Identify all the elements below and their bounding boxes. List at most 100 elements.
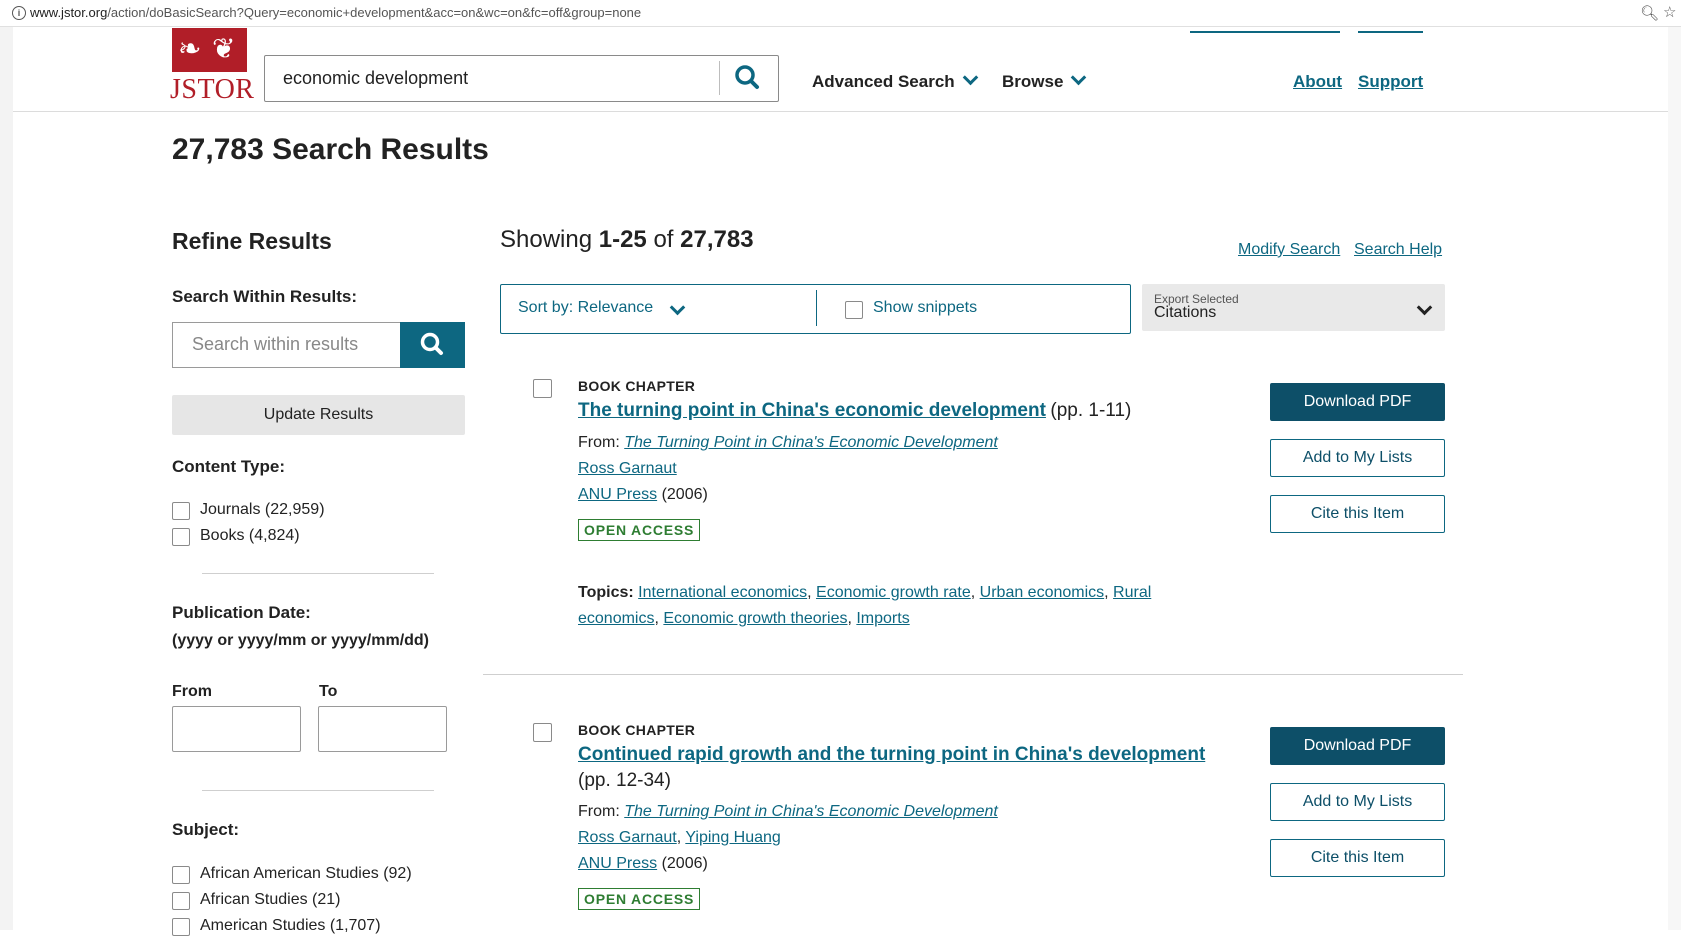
result-year: (2006) <box>657 486 708 503</box>
result-type: BOOK CHAPTER <box>578 378 696 394</box>
nav-browse[interactable]: Browse <box>1002 69 1087 92</box>
toolbar-divider <box>816 290 817 326</box>
result-publisher-line: ANU Press (2006) <box>578 855 708 873</box>
logo-glyph: ❧ <box>178 32 202 65</box>
nav-advanced-search[interactable]: Advanced Search <box>812 69 978 92</box>
open-access-badge: OPEN ACCESS <box>578 888 701 910</box>
from-date-input[interactable] <box>172 706 301 752</box>
address-url[interactable]: www.jstor.org/action/doBasicSearch?Query… <box>30 5 641 20</box>
sidebar-divider <box>202 790 434 791</box>
left-page-edge <box>0 27 13 930</box>
chevron-down-icon <box>962 69 978 86</box>
nav-browse-label: Browse <box>1002 72 1064 91</box>
subject-checkbox[interactable] <box>172 892 190 910</box>
topic-link[interactable]: Imports <box>856 610 909 627</box>
nav-support-link[interactable]: Support <box>1358 72 1423 92</box>
author-link[interactable]: Ross Garnaut <box>578 829 677 846</box>
chevron-down-icon <box>1071 69 1087 86</box>
export-citations-value: Citations <box>1154 304 1217 321</box>
download-pdf-button[interactable]: Download PDF <box>1270 383 1445 421</box>
content-type-label: Content Type: <box>172 457 286 476</box>
nav-advanced-search-label: Advanced Search <box>812 72 955 91</box>
result-title-line: Continued rapid growth and the turning p… <box>578 744 1205 766</box>
sidebar-divider <box>202 573 434 574</box>
result-from-book-link[interactable]: The Turning Point in China's Economic De… <box>624 434 998 451</box>
publisher-link[interactable]: ANU Press <box>578 855 657 872</box>
publication-date-format: (yyyy or yyyy/mm or yyyy/mm/dd) <box>172 632 430 649</box>
result-year: (2006) <box>657 855 708 872</box>
add-to-my-lists-button[interactable]: Add to My Lists <box>1270 439 1445 477</box>
url-path: /action/doBasicSearch?Query=economic+dev… <box>107 5 642 20</box>
subject-label-item: African Studies (21) <box>200 891 341 908</box>
cite-this-item-button[interactable]: Cite this Item <box>1270 839 1445 877</box>
search-help-link[interactable]: Search Help <box>1354 241 1442 259</box>
result-authors: Ross Garnaut, Yiping Huang <box>578 829 781 846</box>
subject-checkbox[interactable] <box>172 866 190 884</box>
modify-search-link[interactable]: Modify Search <box>1238 241 1340 259</box>
header-top-link-cut-2[interactable] <box>1358 27 1423 33</box>
books-label: Books (4,824) <box>200 527 300 544</box>
result-title-link[interactable]: Continued rapid growth and the turning p… <box>578 744 1205 765</box>
topic-link[interactable]: Economic growth theories <box>663 610 847 627</box>
search-button[interactable] <box>722 58 774 98</box>
result-separator <box>483 674 1463 675</box>
result-title-line: The turning point in China's economic de… <box>578 400 1131 422</box>
jstor-logo-text[interactable]: JSTOR <box>170 74 254 106</box>
showing-count: Showing 1-25 of 27,783 <box>500 226 754 254</box>
result-pages: (pp. 12-34) <box>578 770 671 791</box>
subject-label: Subject: <box>172 820 240 839</box>
nav-about-link[interactable]: About <box>1293 72 1342 92</box>
header-top-link-cut[interactable] <box>1190 27 1340 33</box>
result-from: From: The Turning Point in China's Econo… <box>578 434 998 452</box>
author-link[interactable]: Yiping Huang <box>685 829 780 846</box>
download-pdf-button[interactable]: Download PDF <box>1270 727 1445 765</box>
to-date-input[interactable] <box>318 706 447 752</box>
subject-label-item: American Studies (1,707) <box>200 917 381 934</box>
journals-label: Journals (22,959) <box>200 501 325 518</box>
search-divider <box>719 61 720 95</box>
result-select-checkbox[interactable] <box>533 379 552 398</box>
bookmark-star-icon[interactable]: ☆ <box>1663 3 1676 21</box>
topic-link[interactable]: Economic growth rate <box>816 584 971 601</box>
search-within-button[interactable] <box>400 322 465 368</box>
subject-label-item: African American Studies (92) <box>200 865 412 882</box>
main-search-input[interactable] <box>283 68 703 89</box>
chevron-down-icon[interactable] <box>669 299 686 318</box>
update-results-button[interactable]: Update Results <box>172 395 465 435</box>
result-authors: Ross Garnaut <box>578 460 677 478</box>
author-link[interactable]: Ross Garnaut <box>578 460 677 477</box>
search-within-placeholder: Search within results <box>192 334 359 354</box>
showing-range: 1-25 <box>598 226 647 253</box>
result-from-label: From: <box>578 803 625 820</box>
cite-this-item-button[interactable]: Cite this Item <box>1270 495 1445 533</box>
result-pages: (pp. 1-11) <box>1050 400 1132 421</box>
to-label: To <box>319 683 338 700</box>
publisher-link[interactable]: ANU Press <box>578 486 657 503</box>
result-topics: Topics: International economics, Economi… <box>578 584 1152 627</box>
topic-link[interactable]: International economics <box>638 584 807 601</box>
page-title: 27,783 Search Results <box>172 133 489 166</box>
journals-checkbox[interactable] <box>172 502 190 520</box>
result-from-book-link[interactable]: The Turning Point in China's Economic De… <box>624 803 998 820</box>
books-checkbox[interactable] <box>172 528 190 546</box>
zoom-icon[interactable]: 🔍︎ <box>1640 4 1659 22</box>
from-label: From <box>172 683 212 700</box>
refine-results-heading: Refine Results <box>172 228 332 254</box>
showing-of: of <box>646 226 681 253</box>
logo-glyph: ❦ <box>212 32 236 65</box>
result-select-checkbox[interactable] <box>533 723 552 742</box>
subject-checkbox[interactable] <box>172 918 190 936</box>
sort-dropdown[interactable]: Sort by: Relevance <box>518 299 653 317</box>
info-icon[interactable]: i <box>12 6 26 20</box>
jstor-logo-mark[interactable]: ❧ ❦ <box>172 28 247 72</box>
show-snippets-label[interactable]: Show snippets <box>873 299 977 317</box>
result-type: BOOK CHAPTER <box>578 722 696 738</box>
topic-link[interactable]: Urban economics <box>980 584 1105 601</box>
result-from: From: The Turning Point in China's Econo… <box>578 803 998 821</box>
add-to-my-lists-button[interactable]: Add to My Lists <box>1270 783 1445 821</box>
showing-total: 27,783 <box>680 226 754 253</box>
show-snippets-checkbox[interactable] <box>845 301 863 319</box>
result-title-link[interactable]: The turning point in China's economic de… <box>578 400 1046 421</box>
url-domain: www.jstor.org <box>30 5 108 20</box>
showing-prefix: Showing <box>500 226 599 253</box>
